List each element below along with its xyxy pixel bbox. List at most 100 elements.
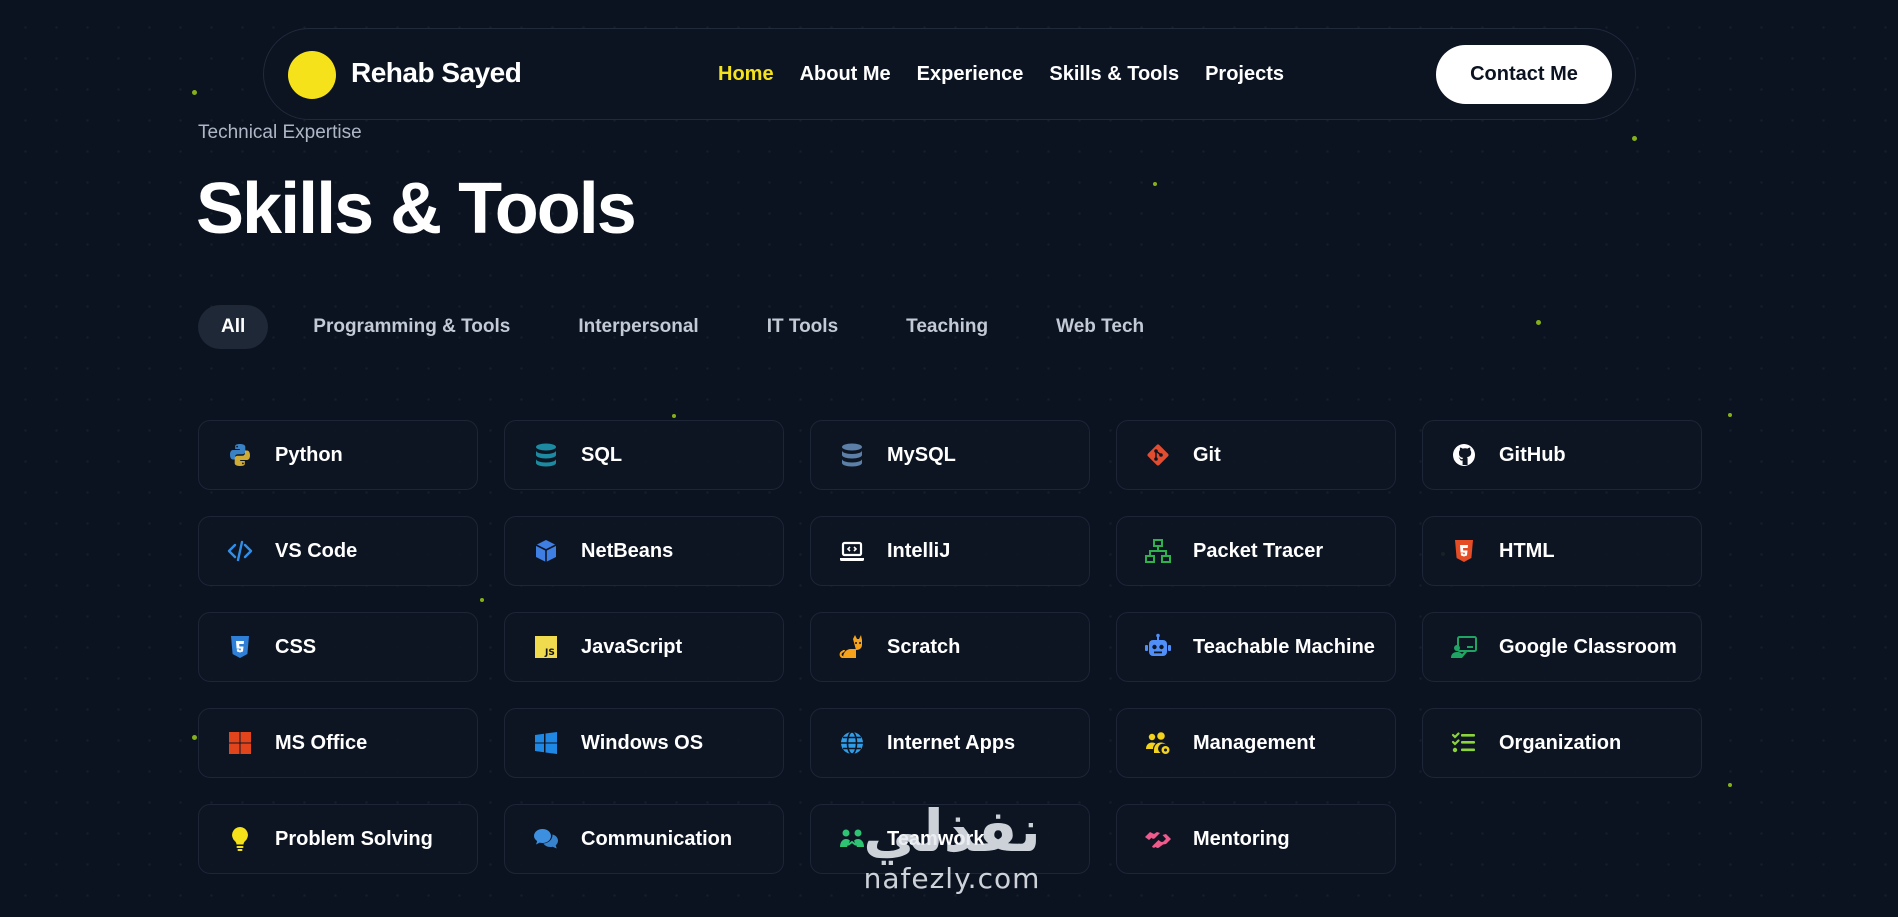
skill-card-windows-os[interactable]: Windows OS bbox=[504, 708, 784, 778]
nav-link-about-me[interactable]: About Me bbox=[800, 63, 891, 86]
skill-card-git[interactable]: Git bbox=[1116, 420, 1396, 490]
top-navbar: Rehab Sayed Home About Me Experience Ski… bbox=[263, 28, 1636, 120]
lightbulb-icon bbox=[225, 824, 255, 854]
particle-dot bbox=[1153, 182, 1157, 186]
nav-links: Home About Me Experience Skills & Tools … bbox=[718, 63, 1284, 86]
skill-label: Packet Tracer bbox=[1193, 539, 1324, 562]
skill-label: IntelliJ bbox=[887, 539, 951, 562]
skill-card-javascript[interactable]: JS JavaScript bbox=[504, 612, 784, 682]
github-icon bbox=[1449, 440, 1479, 470]
skill-card-google-classroom[interactable]: Google Classroom bbox=[1422, 612, 1702, 682]
filter-tab-it-tools[interactable]: IT Tools bbox=[744, 305, 861, 349]
skill-card-mysql[interactable]: MySQL bbox=[810, 420, 1090, 490]
skill-label: NetBeans bbox=[581, 539, 674, 562]
nav-link-home[interactable]: Home bbox=[718, 63, 774, 86]
nav-link-projects[interactable]: Projects bbox=[1205, 63, 1284, 86]
particle-dot bbox=[1536, 320, 1541, 325]
skill-label: CSS bbox=[275, 635, 317, 658]
skill-label: Internet Apps bbox=[887, 731, 1016, 754]
skill-label: Mentoring bbox=[1193, 827, 1290, 850]
skill-card-sql[interactable]: SQL bbox=[504, 420, 784, 490]
contact-me-button[interactable]: Contact Me bbox=[1436, 45, 1612, 104]
watermark-arabic: نفذلي bbox=[863, 797, 1041, 865]
skill-label: SQL bbox=[581, 443, 623, 466]
nafezly-watermark: نفذلي nafezly.com bbox=[842, 802, 1062, 895]
globe-icon bbox=[837, 728, 867, 758]
code-icon bbox=[225, 536, 255, 566]
skill-label: JavaScript bbox=[581, 635, 683, 658]
skill-label: Management bbox=[1193, 731, 1316, 754]
skill-card-organization[interactable]: Organization bbox=[1422, 708, 1702, 778]
section-title: Skills & Tools bbox=[196, 169, 637, 249]
nav-link-skills-tools[interactable]: Skills & Tools bbox=[1049, 63, 1179, 86]
section-eyebrow: Technical Expertise bbox=[198, 122, 362, 143]
filter-tab-web-tech[interactable]: Web Tech bbox=[1033, 305, 1167, 349]
particle-dot bbox=[1728, 783, 1732, 787]
js-icon: JS bbox=[531, 632, 561, 662]
html5-icon bbox=[1449, 536, 1479, 566]
skill-label: VS Code bbox=[275, 539, 358, 562]
skill-card-communication[interactable]: Communication bbox=[504, 804, 784, 874]
skill-card-intellij[interactable]: IntelliJ bbox=[810, 516, 1090, 586]
robot-icon bbox=[1143, 632, 1173, 662]
skill-label: Python bbox=[275, 443, 343, 466]
skill-card-netbeans[interactable]: NetBeans bbox=[504, 516, 784, 586]
skill-label: Problem Solving bbox=[275, 827, 433, 850]
skill-card-teachable-machine[interactable]: Teachable Machine bbox=[1116, 612, 1396, 682]
filter-tab-all[interactable]: All bbox=[198, 305, 269, 349]
list-check-icon bbox=[1449, 728, 1479, 758]
handshake-icon bbox=[1143, 824, 1173, 854]
particle-dot bbox=[192, 90, 197, 95]
users-cog-icon bbox=[1143, 728, 1173, 758]
laptop-code-icon bbox=[837, 536, 867, 566]
skill-label: HTML bbox=[1499, 539, 1555, 562]
nav-link-experience[interactable]: Experience bbox=[917, 63, 1024, 86]
skill-card-internet-apps[interactable]: Internet Apps bbox=[810, 708, 1090, 778]
skill-card-scratch[interactable]: Scratch bbox=[810, 612, 1090, 682]
filter-tab-interpersonal[interactable]: Interpersonal bbox=[555, 305, 721, 349]
svg-text:JS: JS bbox=[544, 648, 555, 658]
skill-card-github[interactable]: GitHub bbox=[1422, 420, 1702, 490]
css3-icon bbox=[225, 632, 255, 662]
particle-dot bbox=[192, 735, 197, 740]
skill-card-ms-office[interactable]: MS Office bbox=[198, 708, 478, 778]
cube-icon bbox=[531, 536, 561, 566]
skill-card-vs-code[interactable]: VS Code bbox=[198, 516, 478, 586]
comments-icon bbox=[531, 824, 561, 854]
skill-label: Windows OS bbox=[581, 731, 704, 754]
filter-tab-programming-tools[interactable]: Programming & Tools bbox=[290, 305, 533, 349]
skill-card-management[interactable]: Management bbox=[1116, 708, 1396, 778]
skill-label: Git bbox=[1193, 443, 1221, 466]
skill-card-html[interactable]: HTML bbox=[1422, 516, 1702, 586]
brand-name[interactable]: Rehab Sayed bbox=[351, 57, 522, 89]
particle-dot bbox=[1728, 413, 1732, 417]
skill-card-css[interactable]: CSS bbox=[198, 612, 478, 682]
skill-label: Teachable Machine bbox=[1193, 635, 1375, 658]
database-icon bbox=[531, 440, 561, 470]
skill-label: MS Office bbox=[275, 731, 368, 754]
skill-label: Communication bbox=[581, 827, 733, 850]
skill-card-packet-tracer[interactable]: Packet Tracer bbox=[1116, 516, 1396, 586]
watermark-site: nafezly.com bbox=[863, 862, 1041, 895]
classroom-icon bbox=[1449, 632, 1479, 662]
skill-label: Organization bbox=[1499, 731, 1622, 754]
database-icon bbox=[837, 440, 867, 470]
skill-label: Google Classroom bbox=[1499, 635, 1677, 658]
cat-icon bbox=[837, 632, 867, 662]
windows-icon bbox=[531, 728, 561, 758]
skill-label: MySQL bbox=[887, 443, 956, 466]
git-icon bbox=[1143, 440, 1173, 470]
particle-dot bbox=[672, 414, 676, 418]
office-icon bbox=[225, 728, 255, 758]
skill-card-mentoring[interactable]: Mentoring bbox=[1116, 804, 1396, 874]
skill-card-problem-solving[interactable]: Problem Solving bbox=[198, 804, 478, 874]
logo-circle[interactable] bbox=[288, 51, 336, 99]
skill-label: Scratch bbox=[887, 635, 961, 658]
filter-tab-teaching[interactable]: Teaching bbox=[883, 305, 1011, 349]
skill-filter-tabs: All Programming & Tools Interpersonal IT… bbox=[198, 305, 1189, 349]
particle-dot bbox=[1632, 136, 1637, 141]
skill-label: GitHub bbox=[1499, 443, 1566, 466]
skill-card-python[interactable]: Python bbox=[198, 420, 478, 490]
network-icon bbox=[1143, 536, 1173, 566]
python-icon bbox=[225, 440, 255, 470]
